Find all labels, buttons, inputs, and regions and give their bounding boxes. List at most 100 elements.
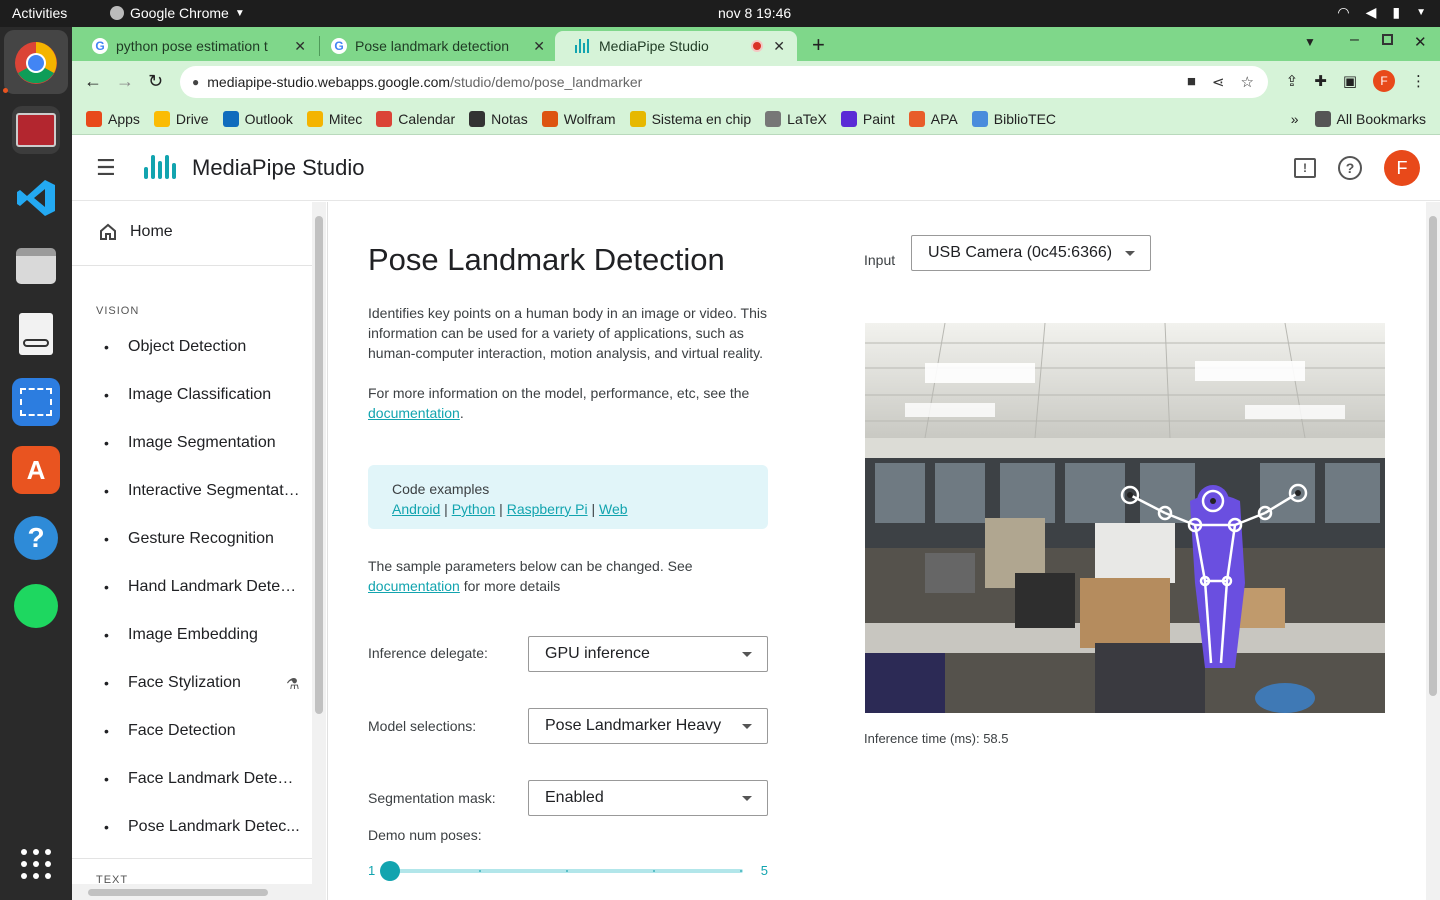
spotify-dock-icon[interactable] [12,582,60,630]
tab-python-pose[interactable]: G python pose estimation t ✕ [72,31,318,61]
bookmark-item[interactable]: Drive [153,110,209,127]
bookmark-favicon-icon [840,110,857,127]
sidebar-item[interactable]: • Gesture Recognition [104,530,314,548]
sidebar-item[interactable]: • Image Classification [104,386,314,404]
slider-knob[interactable] [380,861,400,881]
show-apps-icon[interactable] [12,840,60,888]
system-tray[interactable]: ◠ ◀ ▮ ▼ [1337,4,1426,21]
reload-button[interactable]: ↻ [148,71,163,92]
help-icon[interactable]: ? [1338,156,1362,180]
sidebar-item[interactable]: • Face Detection [104,722,314,740]
raspberry-pi-link[interactable]: Raspberry Pi [507,501,588,517]
delegate-select[interactable]: GPU inference [528,636,768,672]
tab-search-button[interactable]: ▼ [1304,35,1316,49]
user-avatar[interactable]: F [1384,150,1420,186]
close-window-button[interactable]: ✕ [1414,33,1427,51]
main-content: Pose Landmark Detection Identifies key p… [328,202,1426,900]
back-button[interactable]: ← [84,71,102,92]
profile-avatar[interactable]: F [1373,70,1395,92]
sidebar-item-label: Interactive Segmentati... [128,482,300,499]
android-link[interactable]: Android [392,501,440,517]
scrollbar-thumb[interactable] [1429,216,1437,696]
app-menu[interactable]: Google Chrome ▼ [110,5,245,21]
screenshot-dock-icon[interactable] [12,378,60,426]
bookmark-item[interactable]: APA [908,110,958,127]
segmentation-label: Segmentation mask: [368,790,496,806]
forward-button[interactable]: → [116,71,134,92]
bookmark-item[interactable]: Calendar [376,110,455,127]
close-icon[interactable]: ✕ [773,38,785,55]
scrollbar-thumb[interactable] [315,216,323,714]
document-viewer-dock-icon[interactable] [12,310,60,358]
bookmark-label: Outlook [244,110,293,127]
bookmark-item[interactable]: Sistema en chip [629,110,751,127]
more-bookmarks-button[interactable]: » [1291,111,1299,127]
bookmark-label: Wolfram [563,110,616,127]
feedback-icon[interactable]: ! [1294,158,1316,178]
close-icon[interactable]: ✕ [533,38,545,55]
bookmark-item[interactable]: Wolfram [541,110,616,127]
camera-in-use-icon[interactable]: ■ [1187,73,1196,91]
help-dock-icon[interactable]: ? [12,514,60,562]
kebab-menu-icon[interactable]: ⋮ [1411,72,1426,90]
bookmark-item[interactable]: LaTeX [765,110,827,127]
minimize-button[interactable]: – [1350,31,1359,49]
bookmark-item[interactable]: Paint [840,110,895,127]
address-bar[interactable]: ● mediapipe-studio.webapps.google.com /s… [180,66,1268,98]
sidebar-item[interactable]: • Hand Landmark Detec... [104,578,314,596]
main-scrollbar[interactable] [1426,202,1440,900]
dropdown-caret-icon [742,652,752,657]
num-poses-slider[interactable]: 1 5 [368,860,768,882]
more-info-prefix: For more information on the model, perfo… [368,385,750,401]
url-host: mediapipe-studio.webapps.google.com [207,74,451,90]
web-link[interactable]: Web [599,501,628,517]
scrollbar-thumb[interactable] [88,889,268,896]
share-icon[interactable]: ⋖ [1212,73,1225,91]
vscode-dock-icon[interactable] [12,174,60,222]
sidebar-item[interactable]: • Interactive Segmentati... [104,482,314,500]
bookmark-item[interactable]: Outlook [222,110,293,127]
sidebar-item[interactable]: • Face Landmark Detect... [104,770,314,788]
sidebar-item[interactable]: • Image Embedding [104,626,314,644]
bookmark-item[interactable]: Mitec [306,110,362,127]
hamburger-menu-icon[interactable]: ☰ [96,155,116,181]
segmentation-select[interactable]: Enabled [528,780,768,816]
tab-pose-landmark[interactable]: G Pose landmark detection ✕ [311,31,557,61]
camera-select[interactable]: USB Camera (0c45:6366) [911,235,1151,271]
activities-button[interactable]: Activities [12,5,67,21]
bookmarks-overflow: » All Bookmarks [1291,111,1426,127]
bookmark-star-icon[interactable]: ☆ [1241,73,1254,91]
bookmark-item[interactable]: Notas [469,110,528,127]
model-select[interactable]: Pose Landmarker Heavy [528,708,768,744]
files-dock-icon[interactable] [12,242,60,290]
toolbar-actions: ⇪ ✚ ▣ F ⋮ [1286,70,1426,92]
tab-mediapipe-studio[interactable]: MediaPipe Studio ✕ [555,31,797,61]
maximize-button[interactable] [1382,34,1393,45]
sidebar-item[interactable]: • Pose Landmark Detec... [104,818,314,836]
sidebar-item[interactable]: • Face Stylization [104,674,314,692]
sidebar-horizontal-scrollbar[interactable] [72,884,312,900]
all-bookmarks-button[interactable]: All Bookmarks [1314,111,1426,127]
side-panel-icon[interactable]: ▣ [1343,72,1357,90]
software-store-dock-icon[interactable]: A [12,446,60,494]
extension-upload-icon[interactable]: ⇪ [1286,72,1299,90]
clock[interactable]: nov 8 19:46 [718,5,791,21]
close-icon[interactable]: ✕ [294,38,306,55]
terminal-dock-icon[interactable] [12,106,60,154]
site-info-icon[interactable]: ● [192,75,199,89]
documentation-link[interactable]: documentation [368,405,460,421]
page-title: Pose Landmark Detection [368,242,725,277]
bookmark-favicon-icon [541,110,558,127]
sidebar-item-home[interactable]: Home [98,222,173,242]
bookmark-item[interactable]: Apps [86,110,140,127]
chrome-dock-icon[interactable] [12,39,60,87]
sidebar-scrollbar[interactable] [312,202,326,900]
new-tab-button[interactable]: + [812,32,825,58]
bookmark-item[interactable]: BiblioTEC [971,110,1056,127]
python-link[interactable]: Python [452,501,496,517]
bullet-icon: • [104,819,109,835]
sidebar-item[interactable]: • Object Detection [104,338,314,356]
extensions-puzzle-icon[interactable]: ✚ [1314,72,1327,90]
params-documentation-link[interactable]: documentation [368,578,460,594]
sidebar-item[interactable]: • Image Segmentation [104,434,314,452]
